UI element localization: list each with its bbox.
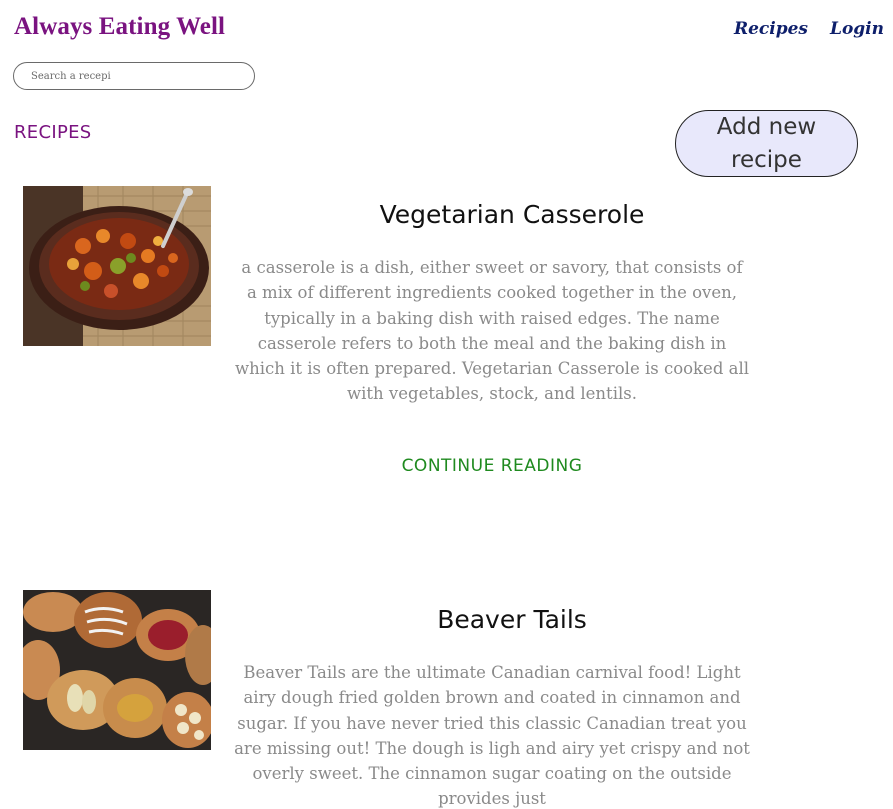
nav-login-link[interactable]: Login (830, 19, 884, 39)
continue-reading-link[interactable]: CONTINUE READING (232, 456, 752, 476)
recipes-heading: RECIPES (14, 122, 92, 143)
recipe-description: Beaver Tails are the ultimate Canadian c… (234, 663, 750, 809)
search-input[interactable] (13, 62, 255, 90)
beaver-tails-photo (23, 590, 211, 750)
recipe-description: a casserole is a dish, either sweet or s… (234, 258, 750, 404)
add-new-recipe-button[interactable]: Add new recipe (675, 110, 858, 177)
nav-recipes-link[interactable]: Recipes (734, 19, 808, 39)
recipe-title: Vegetarian Casserole (379, 200, 645, 229)
casserole-photo (23, 186, 211, 346)
recipe-title: Beaver Tails (437, 605, 587, 634)
top-nav: Recipes Login (734, 19, 884, 39)
site-title: Always Eating Well (14, 13, 226, 40)
